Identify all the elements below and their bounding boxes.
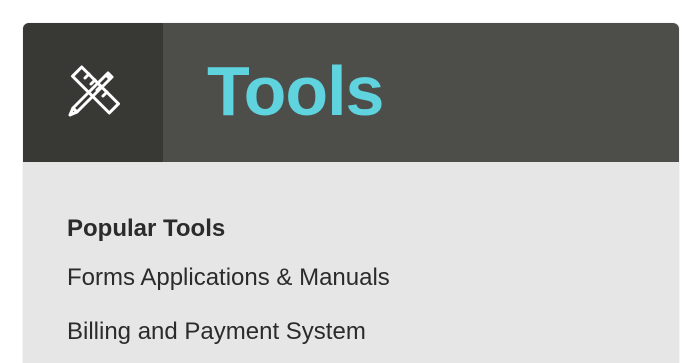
tools-icon-box (23, 23, 163, 162)
page-title: Tools (207, 52, 384, 130)
tools-card: Tools Popular Tools Forms Applications &… (23, 23, 679, 363)
tools-header: Tools (23, 23, 679, 162)
ruler-pencil-icon (68, 65, 120, 117)
forms-applications-manuals-link[interactable]: Forms Applications & Manuals (67, 264, 390, 292)
tools-panel: Popular Tools Forms Applications & Manua… (23, 162, 679, 363)
popular-tools-heading: Popular Tools (67, 215, 226, 242)
billing-payment-system-link[interactable]: Billing and Payment System (67, 318, 366, 346)
